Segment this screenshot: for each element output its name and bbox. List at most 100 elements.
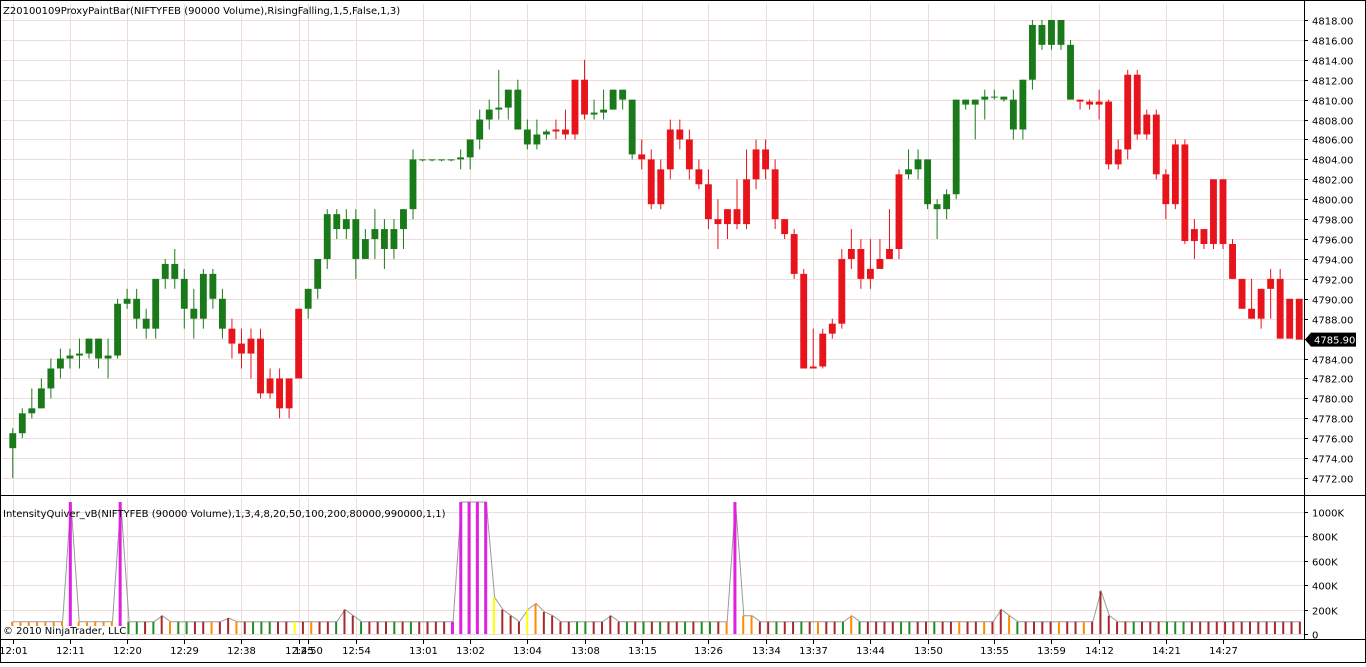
volume-bar [1116, 621, 1119, 634]
volume-bar [1107, 615, 1110, 634]
candle-body [352, 219, 360, 259]
price-tick-label: 4780.00 [1312, 395, 1353, 406]
time-tick-label: 13:55 [980, 646, 1009, 657]
volume-bar [625, 621, 628, 634]
candle-body [1000, 96, 1008, 100]
volume-bar [808, 621, 811, 634]
volume-bar [916, 621, 919, 634]
volume-bar [1124, 621, 1127, 634]
volume-bar [493, 597, 495, 634]
candle-body [962, 99, 970, 105]
candle-body [161, 263, 169, 279]
candle-body [400, 209, 407, 230]
volume-bar [758, 621, 761, 634]
volume-bar [925, 621, 927, 634]
candle-body [228, 328, 236, 344]
candle-body [733, 209, 741, 225]
volume-bar [517, 621, 520, 634]
volume-bar [1033, 621, 1035, 634]
volume-bar [484, 502, 488, 634]
volume-bar [1215, 621, 1218, 634]
volume-bar [526, 609, 529, 634]
volume-bar [617, 621, 620, 634]
candle-body [914, 159, 922, 170]
volume-tick-label: 1000K [1312, 509, 1344, 520]
volume-tick-label: 0 [1312, 631, 1318, 642]
volume-bar [883, 621, 886, 634]
candle-body [1248, 308, 1256, 319]
volume-bar [1149, 621, 1152, 634]
time-tick-label: 14:12 [1085, 646, 1114, 657]
candle-body [533, 134, 541, 145]
volume-bar [1099, 591, 1102, 634]
volume-bar [227, 618, 230, 634]
candle-body [523, 129, 531, 145]
candle-body [1095, 101, 1103, 105]
candle-body [447, 159, 455, 161]
volume-bar [459, 502, 463, 634]
candle-body [409, 159, 417, 210]
volume-bar [1141, 621, 1143, 634]
volume-bar [434, 621, 437, 634]
time-tick-label: 12:20 [113, 646, 142, 657]
candle-body [495, 107, 503, 110]
volume-bar [1257, 621, 1260, 634]
candle-body [76, 353, 83, 356]
price-tick-label: 4776.00 [1312, 435, 1353, 446]
candle-body [1229, 244, 1236, 279]
price-tick-label: 4804.00 [1312, 156, 1353, 167]
volume-bar [169, 621, 171, 634]
time-tick-label: 13:44 [856, 646, 885, 657]
volume-bar [1157, 621, 1160, 634]
candle-body [828, 323, 836, 334]
candle-body [95, 338, 102, 359]
volume-bar [717, 621, 720, 634]
volume-bar [343, 609, 346, 634]
volume-bar [933, 621, 936, 634]
volume-bar [243, 621, 246, 634]
candle-body [1219, 179, 1227, 245]
candle-body [771, 169, 779, 220]
time-tick-label: 12:29 [170, 646, 199, 657]
outer-frame [0, 0, 1366, 663]
candle-body [295, 308, 303, 379]
volume-bar [268, 621, 271, 634]
candle-body [218, 298, 226, 329]
volume-bar [293, 621, 296, 634]
volume-bar [1082, 621, 1085, 634]
time-tick-label: 12:01 [0, 646, 28, 657]
volume-bar [567, 621, 570, 634]
volume-bar [775, 621, 778, 634]
candle-body [1133, 74, 1141, 135]
volume-bar [193, 621, 196, 634]
candle-body [114, 303, 122, 356]
candle-body [600, 109, 608, 113]
volume-bar [1057, 621, 1060, 634]
volume-tick-label: 800K [1312, 533, 1338, 544]
volume-bar [368, 621, 371, 634]
volume-bar [999, 609, 1002, 634]
volume-bar [1298, 621, 1301, 634]
candle-body [371, 229, 379, 240]
volume-bar [418, 621, 421, 634]
price-tick-label: 4808.00 [1312, 117, 1353, 128]
candle-body [1152, 114, 1160, 175]
price-tick-label: 4778.00 [1312, 415, 1353, 426]
volume-bar [958, 621, 961, 634]
volume-bar [301, 621, 304, 634]
candle-body [9, 433, 17, 449]
candle-body [1162, 174, 1170, 205]
candle-body [562, 129, 569, 135]
candle-body [809, 366, 817, 369]
volume-bar [450, 621, 454, 634]
candle-body [66, 355, 74, 359]
volume-bar [692, 621, 695, 634]
candle-body [171, 263, 179, 279]
volume-bar [966, 621, 969, 634]
volume-bar [376, 621, 379, 634]
candle-body [981, 96, 989, 100]
candle-body [581, 79, 588, 115]
candle-body [438, 159, 446, 161]
volume-bar [1240, 621, 1243, 634]
volume-bar [277, 621, 279, 634]
